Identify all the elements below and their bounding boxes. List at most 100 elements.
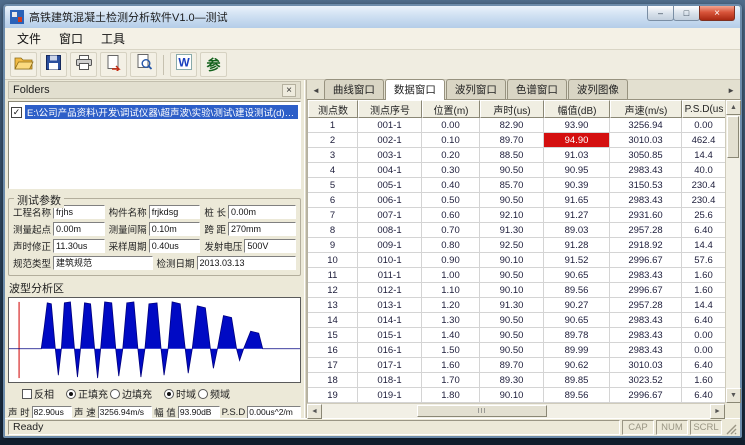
table-cell[interactable]: 88.50 — [480, 148, 544, 163]
table-cell[interactable]: 003-1 — [358, 148, 422, 163]
table-cell[interactable]: 2983.43 — [610, 343, 682, 358]
table-cell[interactable]: 2983.43 — [610, 163, 682, 178]
table-cell[interactable]: 0.30 — [422, 163, 480, 178]
table-cell[interactable]: 0.80 — [422, 238, 480, 253]
vscroll-track[interactable] — [726, 115, 740, 388]
maximize-button[interactable]: □ — [673, 6, 700, 21]
table-cell[interactable]: 89.56 — [544, 283, 610, 298]
param-value[interactable]: 建筑规范 — [53, 256, 152, 270]
table-cell[interactable]: 90.10 — [480, 388, 544, 403]
table-row[interactable]: 19019-11.8090.1089.562996.676.40 — [308, 388, 725, 403]
table-cell[interactable]: 89.70 — [480, 358, 544, 373]
table-cell[interactable]: 90.50 — [480, 193, 544, 208]
tab-scroll-right-icon[interactable]: ► — [724, 86, 738, 95]
menu-item[interactable]: 窗口 — [50, 28, 92, 49]
param-value[interactable]: 0.40us — [149, 239, 201, 253]
table-cell[interactable]: 0.90 — [422, 253, 480, 268]
table-cell[interactable]: 1.60 — [682, 373, 725, 388]
vertical-scrollbar[interactable]: ▲ ▼ — [725, 100, 740, 403]
print-button[interactable] — [70, 52, 97, 77]
table-row[interactable]: 5005-10.4085.7090.393150.53230.4 — [308, 178, 725, 193]
table-cell[interactable]: 7 — [308, 208, 358, 223]
param-value[interactable]: frjkdsg — [149, 205, 201, 219]
table-cell[interactable]: 2983.43 — [610, 193, 682, 208]
column-header[interactable]: 声速(m/s) — [610, 100, 682, 118]
table-cell[interactable]: 90.95 — [544, 163, 610, 178]
table-cell[interactable]: 019-1 — [358, 388, 422, 403]
table-cell[interactable]: 011-1 — [358, 268, 422, 283]
table-cell[interactable]: 3150.53 — [610, 178, 682, 193]
table-cell[interactable]: 3010.03 — [610, 133, 682, 148]
table-cell[interactable]: 1.50 — [422, 343, 480, 358]
table-row[interactable]: 3003-10.2088.5091.033050.8514.4 — [308, 148, 725, 163]
table-cell[interactable]: 13 — [308, 298, 358, 313]
tab-色谱窗口[interactable]: 色谱窗口 — [507, 79, 567, 99]
table-cell[interactable]: 3050.85 — [610, 148, 682, 163]
table-row[interactable]: 12012-11.1090.1089.562996.671.60 — [308, 283, 725, 298]
tab-数据窗口[interactable]: 数据窗口 — [385, 79, 445, 100]
table-row[interactable]: 8008-10.7091.3089.032957.286.40 — [308, 223, 725, 238]
tree-item[interactable]: ✓ E:\公司产品资料\开发\调试仪器\超声波\实验\测试\建设测试(d)\p0… — [11, 105, 298, 119]
domain-radio[interactable] — [198, 389, 208, 399]
table-cell[interactable]: 90.27 — [544, 298, 610, 313]
table-row[interactable]: 13013-11.2091.3090.272957.2814.4 — [308, 298, 725, 313]
table-cell[interactable]: 462.4 — [682, 133, 725, 148]
table-row[interactable]: 9009-10.8092.5091.282918.9214.4 — [308, 238, 725, 253]
table-cell[interactable]: 1.20 — [422, 298, 480, 313]
table-cell[interactable]: 90.39 — [544, 178, 610, 193]
table-cell[interactable]: 0.20 — [422, 148, 480, 163]
table-cell[interactable]: 005-1 — [358, 178, 422, 193]
table-cell[interactable]: 0.00 — [682, 328, 725, 343]
table-row[interactable]: 2002-10.1089.7094.903010.03462.4 — [308, 133, 725, 148]
table-cell[interactable]: 92.50 — [480, 238, 544, 253]
table-row[interactable]: 17017-11.6089.7090.623010.036.40 — [308, 358, 725, 373]
tree-checkbox[interactable]: ✓ — [11, 107, 22, 118]
table-cell[interactable]: 93.90 — [544, 118, 610, 133]
invert-checkbox[interactable] — [22, 389, 32, 399]
table-cell[interactable]: 89.70 — [480, 133, 544, 148]
table-row[interactable]: 11011-11.0090.5090.652983.431.60 — [308, 268, 725, 283]
table-cell[interactable]: 0.40 — [422, 178, 480, 193]
resize-grip[interactable] — [724, 422, 737, 435]
param-value[interactable]: 0.00m — [53, 222, 105, 236]
tab-scroll-left-icon[interactable]: ◄ — [309, 86, 323, 95]
param-value[interactable]: 0.00m — [228, 205, 296, 219]
table-cell[interactable]: 0.60 — [422, 208, 480, 223]
table-cell[interactable]: 0.10 — [422, 133, 480, 148]
table-cell[interactable]: 90.10 — [480, 253, 544, 268]
column-header[interactable]: 幅值(dB) — [544, 100, 610, 118]
fill-radio[interactable] — [66, 389, 76, 399]
table-row[interactable]: 10010-10.9090.1091.522996.6757.6 — [308, 253, 725, 268]
table-cell[interactable]: 2 — [308, 133, 358, 148]
hscroll-track[interactable]: III — [322, 404, 710, 418]
table-cell[interactable]: 004-1 — [358, 163, 422, 178]
table-cell[interactable]: 008-1 — [358, 223, 422, 238]
table-row[interactable]: 16016-11.5090.5089.992983.430.00 — [308, 343, 725, 358]
table-cell[interactable]: 89.99 — [544, 343, 610, 358]
table-cell[interactable]: 1.10 — [422, 283, 480, 298]
table-cell[interactable]: 0.00 — [682, 118, 725, 133]
table-cell[interactable]: 1.70 — [422, 373, 480, 388]
tab-曲线窗口[interactable]: 曲线窗口 — [324, 79, 384, 99]
table-cell[interactable]: 2957.28 — [610, 223, 682, 238]
table-cell[interactable]: 2996.67 — [610, 388, 682, 403]
menu-item[interactable]: 工具 — [92, 28, 134, 49]
table-cell[interactable]: 90.50 — [480, 328, 544, 343]
minimize-button[interactable]: – — [647, 6, 674, 21]
table-cell[interactable]: 14.4 — [682, 238, 725, 253]
table-cell[interactable]: 0.50 — [422, 193, 480, 208]
column-header[interactable]: 测点序号 — [358, 100, 422, 118]
word-report-button[interactable]: W — [170, 52, 197, 77]
domain-radio[interactable] — [164, 389, 174, 399]
tree-item-label[interactable]: E:\公司产品资料\开发\调试仪器\超声波\实验\测试\建设测试(d)\p003… — [25, 105, 298, 119]
table-cell[interactable]: 6.40 — [682, 223, 725, 238]
param-value[interactable]: 11.30us — [53, 239, 105, 253]
table-cell[interactable]: 12 — [308, 283, 358, 298]
table-cell[interactable]: 001-1 — [358, 118, 422, 133]
table-row[interactable]: 15015-11.4090.5089.782983.430.00 — [308, 328, 725, 343]
table-cell[interactable]: 007-1 — [358, 208, 422, 223]
table-cell[interactable]: 2983.43 — [610, 328, 682, 343]
close-button[interactable]: × — [699, 6, 735, 21]
table-cell[interactable]: 0.70 — [422, 223, 480, 238]
table-cell[interactable]: 10 — [308, 253, 358, 268]
